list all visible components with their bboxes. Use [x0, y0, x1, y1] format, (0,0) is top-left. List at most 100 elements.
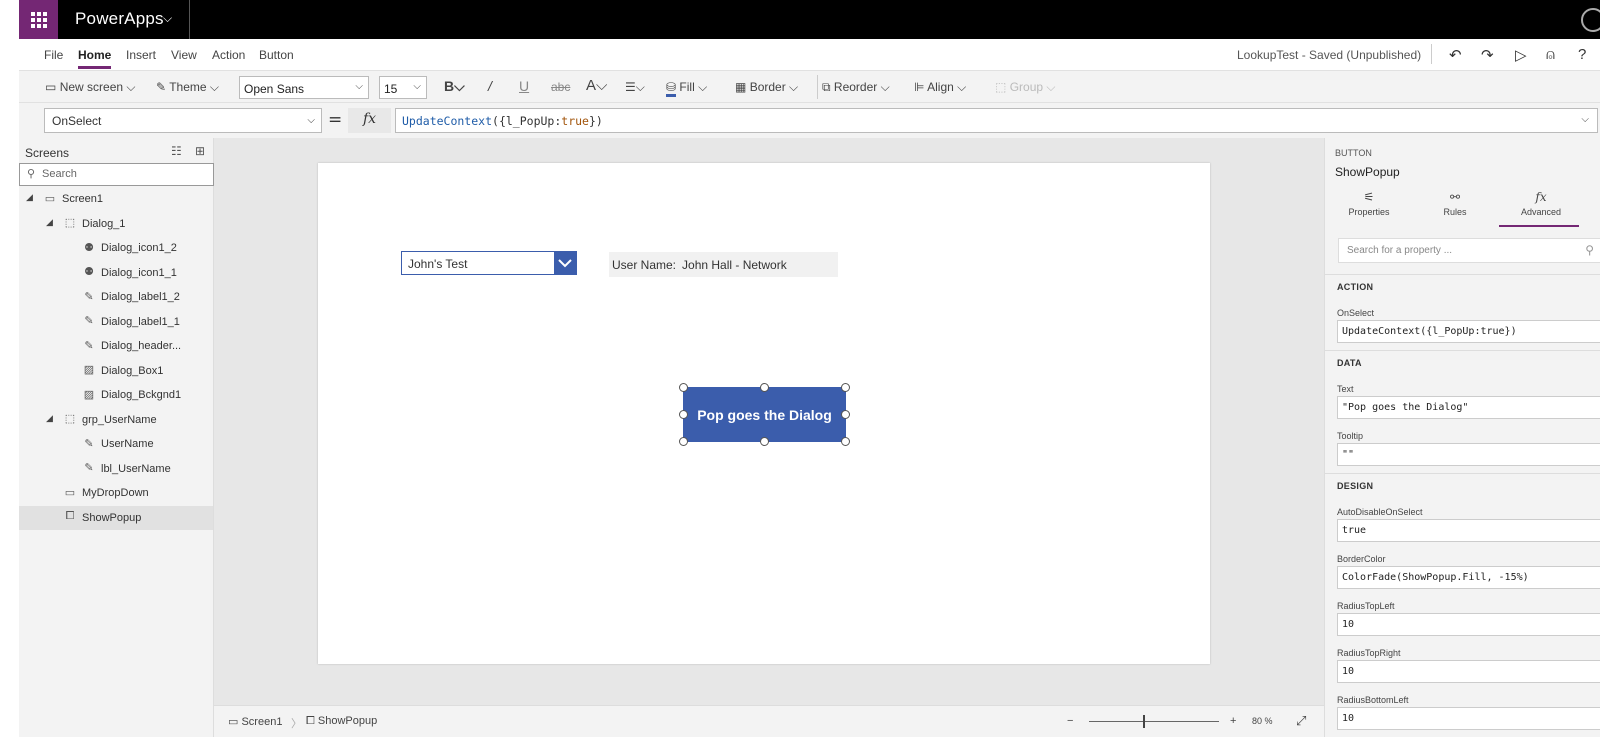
group-icon: ⬚: [64, 413, 76, 425]
label-icon: ✎: [84, 462, 94, 474]
zoom-out-button[interactable]: −: [1067, 715, 1073, 727]
formula-input[interactable]: UpdateContext({l_PopUp:true}) ⌵: [395, 108, 1598, 133]
bold-icon[interactable]: B⌵: [444, 78, 465, 95]
app-name[interactable]: PowerApps: [75, 9, 164, 29]
tree-item[interactable]: ⚉ Dialog_icon1_1: [19, 261, 213, 285]
thumbnail-view-icon[interactable]: ⊞: [195, 144, 205, 158]
tree-item[interactable]: ◢ ⬚ grp_UserName: [19, 408, 213, 432]
divider: [1431, 44, 1432, 64]
underline-icon[interactable]: U: [519, 78, 529, 94]
tree-item-label: grp_UserName: [82, 413, 157, 426]
breadcrumb-screen[interactable]: ▭ Screen1: [228, 715, 282, 728]
property-search-input[interactable]: Search for a property ... ⚲: [1338, 238, 1600, 263]
menu-home[interactable]: Home: [78, 48, 111, 62]
fit-to-window-icon[interactable]: ⤢: [1296, 713, 1306, 729]
menu-insert[interactable]: Insert: [126, 48, 156, 62]
font-select[interactable]: Open Sans ⌵: [239, 76, 369, 99]
tree-item[interactable]: ▭ MyDropDown: [19, 481, 213, 505]
undo-icon[interactable]: ↶: [1449, 46, 1462, 64]
menu-file[interactable]: File: [44, 48, 63, 62]
font-color-icon[interactable]: A⌵: [586, 77, 607, 94]
resize-handle[interactable]: [760, 383, 769, 392]
tree-item[interactable]: ✎ Dialog_label1_1: [19, 310, 213, 334]
property-value-input[interactable]: true: [1337, 519, 1600, 542]
control-name: ShowPopup: [1335, 165, 1400, 179]
menu-view[interactable]: View: [171, 48, 197, 62]
fx-icon[interactable]: fx: [348, 108, 391, 133]
theme-button[interactable]: ✎ Theme ⌵: [156, 80, 219, 95]
chevron-down-icon[interactable]: ⌵: [163, 11, 172, 26]
resize-handle[interactable]: [841, 437, 850, 446]
redo-icon[interactable]: ↷: [1481, 46, 1494, 64]
zoom-slider-thumb[interactable]: [1143, 715, 1145, 728]
my-dropdown[interactable]: John's Test: [401, 251, 577, 275]
reorder-button[interactable]: ⧉ Reorder ⌵: [822, 80, 890, 95]
group-button[interactable]: ⬚ Group ⌵: [995, 80, 1055, 95]
tree-item[interactable]: ✎ lbl_UserName: [19, 457, 213, 481]
collapse-triangle-icon[interactable]: ◢: [46, 217, 53, 228]
icon-control-icon: ⚉: [84, 241, 94, 254]
text-align-icon[interactable]: ☰⌵: [625, 80, 645, 95]
tree-search-input[interactable]: ⚲ Search: [19, 163, 214, 186]
menu-button[interactable]: Button: [259, 48, 294, 62]
play-icon[interactable]: ▷: [1515, 46, 1527, 64]
zoom-level: 80 %: [1252, 716, 1273, 726]
align-button[interactable]: ⊫ Align ⌵: [914, 80, 966, 95]
tree-item[interactable]: ✎ Dialog_label1_2: [19, 285, 213, 309]
property-select[interactable]: OnSelect ⌵: [44, 108, 322, 133]
chevron-down-icon[interactable]: ⌵: [1581, 114, 1589, 125]
show-popup-button[interactable]: Pop goes the Dialog: [683, 387, 846, 442]
resize-handle[interactable]: [841, 383, 850, 392]
breadcrumb-control[interactable]: ⧠ ShowPopup: [306, 715, 377, 728]
resize-handle[interactable]: [679, 410, 688, 419]
border-button[interactable]: ▦ Border ⌵: [735, 80, 798, 95]
tree-item[interactable]: ▨ Dialog_Bckgnd1: [19, 383, 213, 407]
property-value-input[interactable]: 10: [1337, 660, 1600, 683]
design-canvas[interactable]: John's Test User Name: John Hall - Networ…: [214, 138, 1324, 705]
property-value-input[interactable]: "Pop goes the Dialog": [1337, 396, 1600, 419]
chevron-down-icon[interactable]: [554, 252, 576, 274]
font-size-select[interactable]: 15 ⌵: [379, 76, 427, 99]
screen-preview[interactable]: John's Test User Name: John Hall - Networ…: [318, 163, 1210, 664]
resize-handle[interactable]: [841, 410, 850, 419]
tab-advanced[interactable]: fx Advanced: [1501, 190, 1581, 217]
fill-button[interactable]: ⛁ Fill ⌵: [666, 80, 707, 97]
image-icon: ▨: [83, 364, 95, 376]
new-screen-button[interactable]: ▭ New screen ⌵: [45, 80, 135, 95]
italic-icon[interactable]: /: [488, 78, 492, 94]
property-value-input[interactable]: "": [1337, 443, 1600, 466]
tree-item[interactable]: ◢ ▭ Screen1: [19, 187, 213, 211]
tab-rules[interactable]: ⚯ Rules: [1415, 190, 1495, 217]
app-launcher-button[interactable]: [19, 0, 58, 39]
list-view-icon[interactable]: ☷: [171, 144, 182, 158]
avatar[interactable]: [1581, 8, 1600, 32]
tree-item[interactable]: ◢ ⬚ Dialog_1: [19, 212, 213, 236]
resize-handle[interactable]: [679, 383, 688, 392]
collapse-triangle-icon[interactable]: ◢: [26, 192, 33, 203]
rules-icon: ⚯: [1449, 190, 1461, 204]
user-name-group[interactable]: User Name: John Hall - Network: [609, 252, 838, 277]
resize-handle[interactable]: [760, 437, 769, 446]
tree-item[interactable]: ✎ UserName: [19, 432, 213, 456]
property-value-input[interactable]: UpdateContext({l_PopUp:true}): [1337, 320, 1600, 343]
tree-item[interactable]: ⚉ Dialog_icon1_2: [19, 236, 213, 260]
image-icon: ▨: [83, 388, 95, 401]
tree-item[interactable]: ⧠ ShowPopup: [19, 505, 213, 530]
menu-action[interactable]: Action: [212, 48, 245, 62]
share-user-icon[interactable]: ⍝: [1546, 46, 1555, 63]
resize-handle[interactable]: [679, 437, 688, 446]
strikethrough-icon[interactable]: abc: [551, 80, 570, 94]
divider: [817, 75, 818, 99]
property-value-input[interactable]: ColorFade(ShowPopup.Fill, -15%): [1337, 566, 1600, 589]
zoom-in-button[interactable]: +: [1230, 715, 1236, 727]
chevron-down-icon: ⌵: [307, 115, 315, 126]
collapse-triangle-icon[interactable]: ◢: [46, 413, 53, 424]
tree-item[interactable]: ✎ Dialog_header...: [19, 334, 213, 358]
tab-properties[interactable]: ⚟ Properties: [1329, 190, 1409, 217]
help-icon[interactable]: ?: [1578, 46, 1586, 63]
tree-item-label: Screen1: [62, 193, 103, 205]
tree-item[interactable]: ▨ Dialog_Box1: [19, 359, 213, 383]
zoom-slider[interactable]: [1089, 721, 1219, 722]
property-value-input[interactable]: 10: [1337, 613, 1600, 636]
property-value-input[interactable]: 10: [1337, 707, 1600, 730]
